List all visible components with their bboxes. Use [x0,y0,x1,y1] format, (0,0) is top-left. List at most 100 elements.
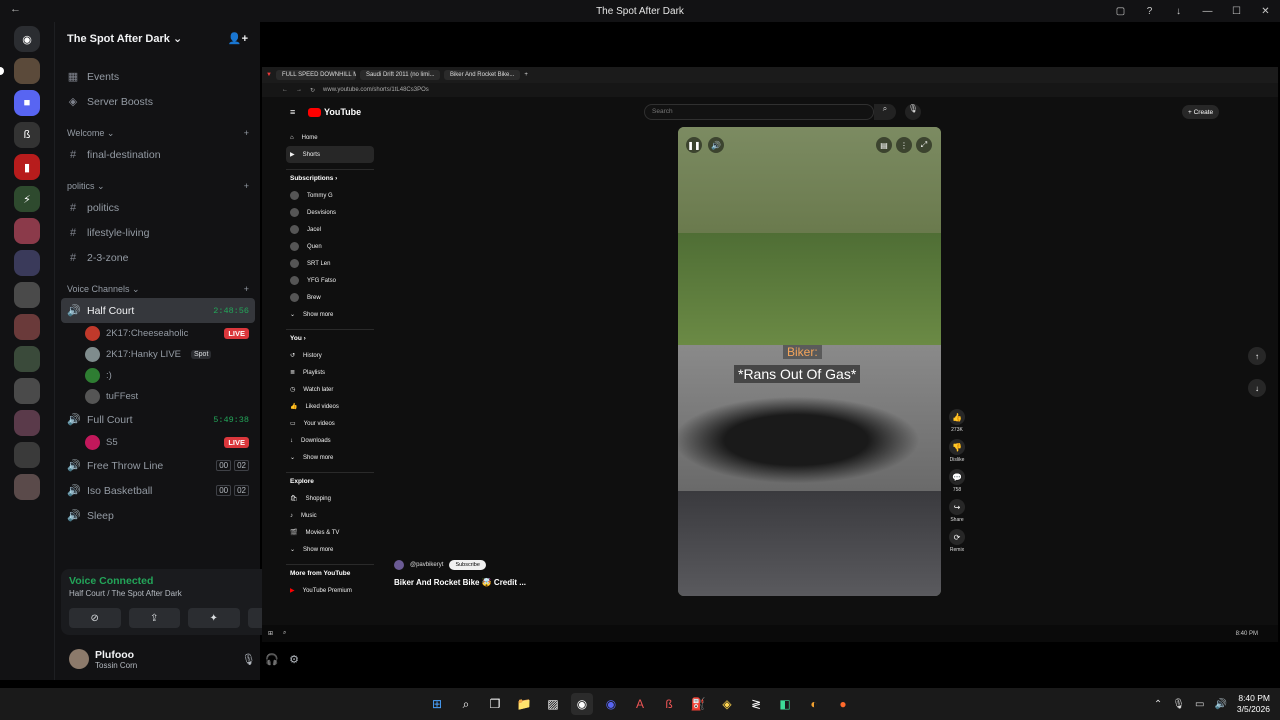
camera-off-button[interactable]: ⊘ [69,608,121,628]
voice-user[interactable]: tuFFest [55,386,261,407]
you-item[interactable]: ▭ Your videos [286,415,374,432]
channel-handle[interactable]: @pavbikeryt [410,562,443,568]
show-more[interactable]: ⌄ Show more [286,449,374,466]
search-icon[interactable]: ⌕ [455,693,477,715]
activities-button[interactable]: ✦ [188,608,240,628]
server-icon[interactable] [14,442,40,468]
subscription-item[interactable]: YFG Fatso [286,272,374,289]
start-button-icon[interactable]: ⊞ [426,693,448,715]
app-icon[interactable]: ◈ [716,693,738,715]
voice-user[interactable]: 2K17:Cheeseaholic LIVE [55,323,261,344]
server-icon[interactable]: ■ [14,90,40,116]
remix-action[interactable]: ⟳ Remix [946,529,968,553]
mic-icon[interactable]: 🎙 [1172,699,1185,710]
channel-lifestyle-living[interactable]: # lifestyle-living [55,220,261,245]
close-button[interactable]: ✕ [1251,0,1280,22]
minimize-button[interactable]: — [1193,0,1222,22]
menu-icon[interactable]: ≡ [290,107,295,117]
subscription-item[interactable]: Jacel [286,221,374,238]
explore-item[interactable]: 🛍 Shopping [286,490,374,507]
voice-user[interactable]: S5 LIVE [55,432,261,453]
explore-item[interactable]: ♪ Music [286,507,374,524]
app-icon[interactable]: ◧ [774,693,796,715]
file-explorer-icon[interactable]: 📁 [513,693,535,715]
maximize-button[interactable]: ☐ [1222,0,1251,22]
settings-gear-icon[interactable]: ⚙ [289,653,299,666]
explore-item[interactable]: 🎬 Movies & TV [286,524,374,541]
voice-iso-basketball[interactable]: 🔊 Iso Basketball 00 02 [55,478,261,503]
more-item[interactable]: ▶ YouTube Premium [286,582,374,599]
channel-2-3-zone[interactable]: #2-3-zone [55,245,261,270]
category-welcome[interactable]: Welcome ⌄ + [55,124,261,142]
new-tab-icon[interactable]: + [524,72,528,78]
app-icon[interactable]: ß [658,693,680,715]
you-item[interactable]: ◷ Watch later [286,381,374,398]
add-channel-icon[interactable]: + [244,128,249,138]
server-folder[interactable] [14,410,40,436]
headphones-icon[interactable]: 🎧 [265,653,279,666]
comment-action[interactable]: 💬 758 [946,469,968,493]
server-icon[interactable] [14,378,40,404]
invite-icon[interactable]: 👤+ [228,32,248,45]
server-folder[interactable] [14,474,40,500]
mic-icon[interactable]: 🎙 [241,653,255,666]
server-icon[interactable] [14,218,40,244]
server-icon[interactable] [0,58,40,84]
forward-icon[interactable]: → [296,87,302,93]
voice-user[interactable]: 2K17:Hanky LIVE Spot [55,344,261,365]
server-folder[interactable] [14,282,40,308]
subscribe-button[interactable]: Subscribe [449,560,486,570]
voice-full-court[interactable]: 🔊 Full Court 5:49:38 [55,407,261,432]
server-header[interactable]: The Spot After Dark ⌄ 👤+ [55,22,260,54]
channel-final-destination[interactable]: # final-destination [55,142,261,167]
create-button[interactable]: + Create [1182,105,1220,119]
back-icon[interactable]: ← [282,87,288,93]
events-item[interactable]: ▦ Events [55,64,261,89]
chrome-icon[interactable]: ◉ [571,693,593,715]
short-video-player[interactable]: ❚❚ 🔊 ▤ ⋮ ⤢ Biker: *Rans Out Of Gas* [678,127,941,596]
add-channel-icon[interactable]: + [244,181,249,191]
discord-icon[interactable]: ◉ [600,693,622,715]
server-icon[interactable]: ▮ [14,154,40,180]
search-input[interactable]: Search [644,104,874,120]
inbox-icon[interactable]: ▢ [1106,0,1135,22]
username[interactable]: Plufooo [95,649,137,661]
next-short-button[interactable]: ↓ [1248,379,1266,397]
download-icon[interactable]: ↓ [1164,0,1193,22]
browser-tab[interactable]: Saudi Drift 2011 (no limi... [359,70,440,80]
category-voice[interactable]: Voice Channels ⌄ + [55,280,261,298]
url-field[interactable]: www.youtube.com/shorts/1tL48Cs3POs [323,87,429,93]
app-icon[interactable]: ● [832,693,854,715]
volume-icon[interactable]: 🔊 [1214,699,1226,710]
you-heading[interactable]: You › [286,329,374,347]
voice-user[interactable]: :) [55,365,261,386]
chevron-up-icon[interactable]: ⌃ [1154,699,1162,710]
nav-home[interactable]: ⌂ Home [286,129,374,146]
task-view-icon[interactable]: ❐ [484,693,506,715]
previous-short-button[interactable]: ↑ [1248,347,1266,365]
you-item[interactable]: ↺ History [286,347,374,364]
app-icon[interactable]: ◐ [803,693,825,715]
server-icon[interactable]: ß [14,122,40,148]
clock[interactable]: 8:40 PM 3/5/2026 [1237,693,1270,715]
like-action[interactable]: 👍 273K [946,409,968,433]
add-channel-icon[interactable]: + [244,284,249,294]
channel-politics[interactable]: # politics [55,195,261,220]
app-icon[interactable]: ⛽ [687,693,709,715]
captions-icon[interactable]: ▤ [876,137,892,153]
share-action[interactable]: ↪ Share [946,499,968,523]
voice-status[interactable]: Voice Connected [69,575,182,587]
subscription-item[interactable]: Brew [286,289,374,306]
browser-tab[interactable]: Biker And Rocket Bike... [443,70,521,80]
reload-icon[interactable]: ↻ [310,87,315,94]
show-more[interactable]: ⌄ Show more [286,541,374,558]
you-item[interactable]: ↓ Downloads [286,432,374,449]
voice-free-throw-line[interactable]: 🔊 Free Throw Line 00 02 [55,453,261,478]
voice-sleep[interactable]: 🔊 Sleep [55,503,261,528]
display-icon[interactable]: ▭ [1195,699,1204,710]
photos-icon[interactable]: ▨ [542,693,564,715]
show-more[interactable]: ⌄ Show more [286,306,374,323]
subscription-item[interactable]: Quen [286,238,374,255]
nav-shorts[interactable]: ▶ Shorts [286,146,374,163]
pause-icon[interactable]: ❚❚ [686,137,702,153]
